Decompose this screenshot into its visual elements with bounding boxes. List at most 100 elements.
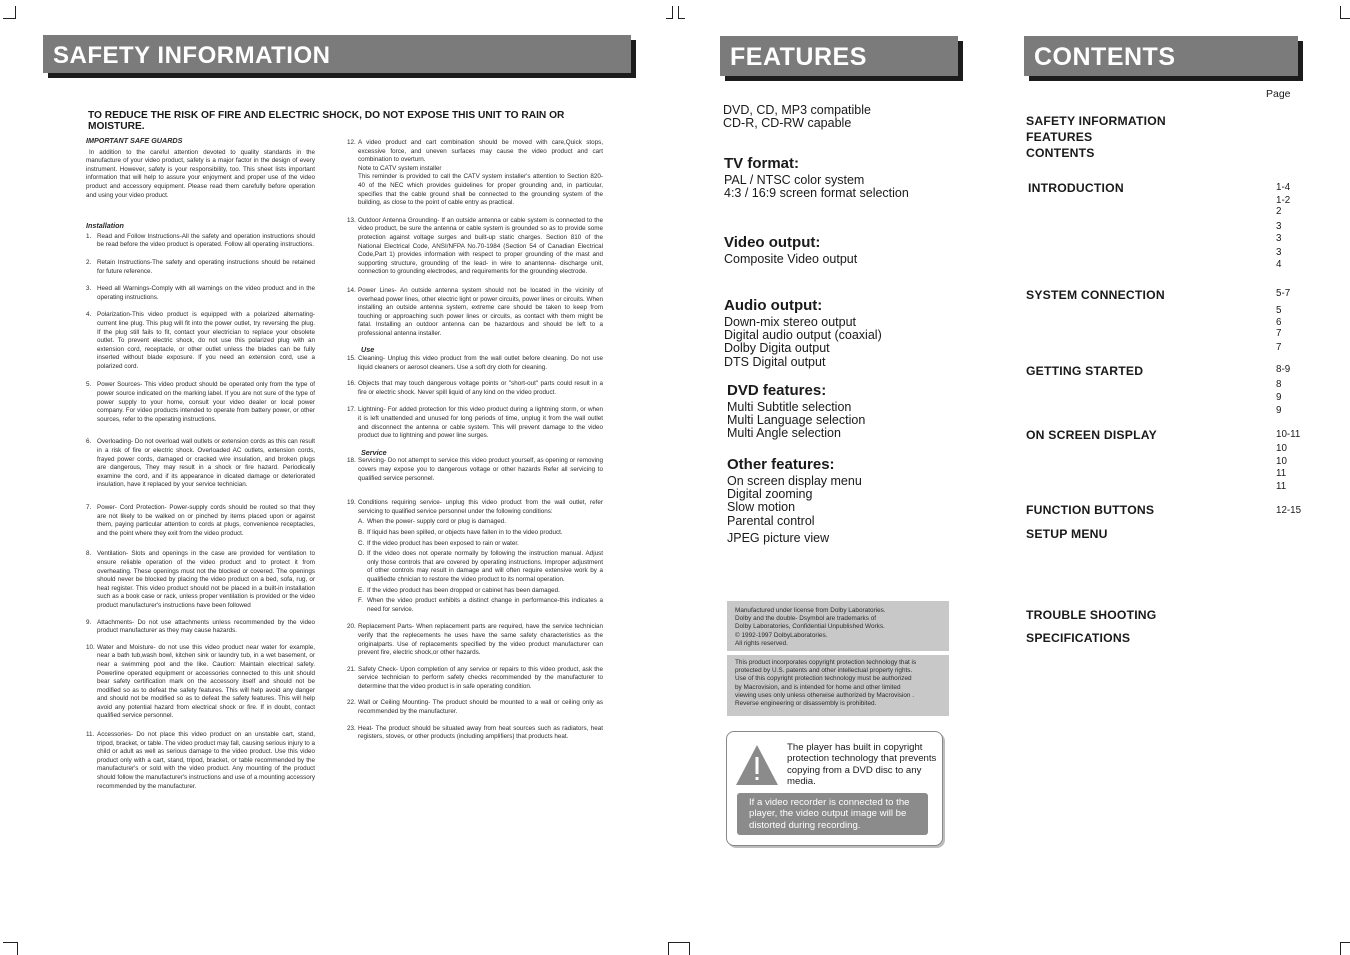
condition-text: When the power- supply cord or plug is d… bbox=[367, 518, 506, 526]
item-number: 18. bbox=[347, 457, 356, 465]
item-text: Retain Instructions-The safety and opera… bbox=[97, 258, 315, 275]
feature-group-lines: Multi Subtitle selection Multi Language … bbox=[727, 400, 865, 441]
recorder-warning: If a video recorder is connected to the … bbox=[737, 793, 928, 835]
condition-letter: F. bbox=[358, 597, 363, 605]
safety-item: 8. Ventilation- Slots and openings in the… bbox=[86, 550, 315, 610]
condition-text: If liquid has been spilled, or objects h… bbox=[367, 528, 563, 536]
feature-group-lines: Down-mix stereo output Digital audio out… bbox=[724, 315, 882, 369]
safety-title: SAFETY INFORMATION bbox=[53, 42, 331, 69]
toc-subpage: 7 bbox=[1276, 328, 1282, 339]
use-heading: Use bbox=[361, 345, 375, 355]
toc-subpage: 4 bbox=[1276, 259, 1282, 270]
item-text: Attachments- Do not use attachments unle… bbox=[97, 618, 315, 635]
toc-entry[interactable]: SPECIFICATIONS bbox=[1026, 631, 1130, 645]
catv-note-title: Note to CATV system installer bbox=[358, 164, 442, 172]
feature-line: Composite Video output bbox=[724, 252, 858, 266]
condition-item: D. If the video does not operate normally… bbox=[347, 550, 603, 584]
notice-line: All rights reserved. bbox=[735, 639, 788, 647]
safety-item: 1. Read and Follow Instructions-All the s… bbox=[86, 233, 315, 250]
item-number: 11. bbox=[86, 731, 95, 739]
item-number: 15. bbox=[347, 355, 356, 363]
toc-entry[interactable]: TROUBLE SHOOTING bbox=[1026, 608, 1157, 622]
toc-entry[interactable]: FUNCTION BUTTONS bbox=[1026, 503, 1154, 517]
crop-mark bbox=[668, 942, 690, 955]
item-text: Ventilation- Slots and openings in the c… bbox=[97, 550, 315, 609]
item-text: A video product and cart combination sho… bbox=[358, 139, 603, 164]
safety-item: 13. Outdoor Antenna Grounding- If an outs… bbox=[347, 217, 603, 277]
feature-group-lines: On screen display menu Digital zooming S… bbox=[727, 474, 862, 545]
toc-entry[interactable]: ON SCREEN DISPLAY bbox=[1026, 428, 1157, 442]
toc-subpage: 3 bbox=[1276, 247, 1282, 258]
toc-subpage: 7 bbox=[1276, 342, 1282, 353]
contents-title: CONTENTS bbox=[1034, 43, 1176, 71]
safety-item: 19. Conditions requiring service- unplug … bbox=[347, 499, 603, 516]
features-intro: DVD, CD, MP3 compatible CD-R, CD-RW capa… bbox=[723, 103, 871, 130]
toc-subpage: 5 bbox=[1276, 305, 1282, 316]
condition-text: If the video product has been dropped or… bbox=[367, 586, 560, 594]
item-text: Overloading- Do not overload wall outlet… bbox=[97, 438, 315, 489]
item-number: 16. bbox=[347, 380, 356, 388]
toc-entry[interactable]: CONTENTS bbox=[1026, 146, 1095, 160]
toc-page: 8-9 bbox=[1276, 364, 1291, 375]
feature-line: JPEG picture view bbox=[727, 530, 830, 545]
toc-subpage: 1-2 bbox=[1276, 195, 1291, 206]
item-number: 23. bbox=[347, 724, 356, 732]
toc-entry[interactable]: SAFETY INFORMATION bbox=[1026, 114, 1166, 128]
safety-column-right: 12. A video product and cart combination… bbox=[347, 139, 603, 742]
toc-entry[interactable]: INTRODUCTION bbox=[1028, 181, 1124, 195]
safety-item: 5. Power Sources- This video product shou… bbox=[86, 381, 315, 424]
condition-letter: A. bbox=[358, 518, 364, 526]
toc-subpage: 10 bbox=[1276, 443, 1287, 454]
item-number: 9. bbox=[86, 618, 92, 626]
condition-letter: B. bbox=[358, 528, 364, 536]
condition-item: B. If liquid has been spilled, or objects… bbox=[347, 529, 603, 538]
toc-entry[interactable]: SETUP MENU bbox=[1026, 527, 1108, 541]
copyright-warning-text: The player has built in copyright protec… bbox=[787, 742, 937, 788]
crop-mark bbox=[1340, 942, 1350, 955]
item-number: 22. bbox=[347, 699, 356, 707]
item-text: Wall or Ceiling Mounting- The product sh… bbox=[358, 699, 603, 716]
crop-mark bbox=[3, 6, 16, 19]
feature-group-heading: Other features: bbox=[727, 456, 835, 473]
service-heading: Service bbox=[361, 447, 387, 457]
condition-letter: E. bbox=[358, 586, 364, 594]
condition-letter: D. bbox=[358, 550, 365, 558]
condition-text: If the video product has been exposed to… bbox=[367, 539, 519, 547]
item-number: 19. bbox=[347, 499, 356, 507]
safety-column-left: IMPORTANT SAFE GUARDS In addition to the… bbox=[86, 136, 315, 791]
item-text: Power Sources- This video product should… bbox=[97, 381, 315, 423]
item-text: Lightning- For added protection for this… bbox=[358, 406, 603, 440]
features-title-banner: FEATURES bbox=[720, 36, 958, 76]
safety-item: 20. Replacement Parts- When replacement p… bbox=[347, 623, 603, 657]
crop-mark bbox=[666, 6, 673, 19]
item-text: Replacement Parts- When replacement part… bbox=[358, 623, 603, 657]
toc-entry[interactable]: GETTING STARTED bbox=[1026, 364, 1143, 378]
safety-item: 12. A video product and cart combination… bbox=[347, 139, 603, 208]
notice-line: Dolby and the double- Dsymbol are tradem… bbox=[735, 615, 877, 623]
notice-line: protected by U.S. patents and other inte… bbox=[735, 667, 913, 675]
item-text: Power- Cord Protection- Power-supply cor… bbox=[97, 504, 315, 537]
item-number: 10. bbox=[86, 643, 95, 651]
notice-line: Dolby Laboratories, Confidential Unpubli… bbox=[735, 623, 885, 631]
item-number: 13. bbox=[347, 216, 356, 224]
notice-line: Manufactured under license from Dolby La… bbox=[735, 607, 886, 614]
item-text: Heat- The product should be situated awa… bbox=[358, 724, 603, 741]
toc-subpage: 6 bbox=[1276, 317, 1282, 328]
page-column-label: Page bbox=[1266, 88, 1291, 100]
warning-triangle-icon bbox=[736, 745, 778, 785]
notice-line: viewing uses only unless otherwise autho… bbox=[735, 691, 915, 699]
item-text: Cleaning- Unplug this video product from… bbox=[358, 355, 603, 371]
safety-item: 7. Power- Cord Protection- Power-supply c… bbox=[86, 504, 315, 538]
toc-entry[interactable]: FEATURES bbox=[1026, 130, 1092, 144]
safety-item: 22. Wall or Ceiling Mounting- The product… bbox=[347, 699, 603, 716]
toc-subpage: 3 bbox=[1276, 221, 1282, 232]
feature-group-heading: Video output: bbox=[724, 234, 821, 251]
safety-item: 21. Safety Check- Upon completion of any … bbox=[347, 666, 603, 692]
feature-line: 4:3 / 16:9 screen format selection bbox=[724, 186, 909, 201]
safety-item: 9. Attachments- Do not use attachments un… bbox=[86, 619, 315, 636]
feature-group-heading: Audio output: bbox=[724, 297, 823, 314]
safety-item: 4. Polarization-This video product is equ… bbox=[86, 311, 315, 371]
safety-item: 16. Objects that may touch dangerous volt… bbox=[347, 380, 603, 397]
toc-entry[interactable]: SYSTEM CONNECTION bbox=[1026, 288, 1165, 302]
item-number: 7. bbox=[86, 504, 92, 511]
